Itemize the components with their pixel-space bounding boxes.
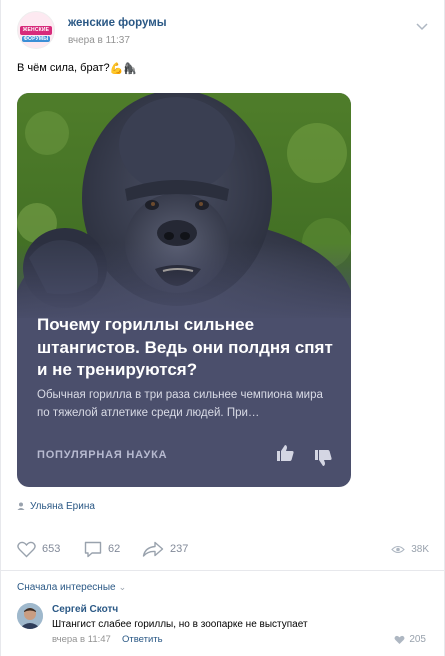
comment-like-button[interactable]: 205: [394, 634, 426, 645]
commenter-avatar[interactable]: [17, 603, 43, 629]
comment-likes-count: 205: [409, 634, 426, 645]
post-header: ЖЕНСКИЕ ФОРУМЫ женские форумы вчера в 11…: [17, 11, 429, 53]
likes-count: 653: [42, 543, 61, 555]
group-avatar[interactable]: ЖЕНСКИЕ ФОРУМЫ: [17, 11, 55, 49]
post-author[interactable]: Ульяна Ерина: [17, 501, 95, 512]
comments-sort-dropdown[interactable]: Сначала интересные ⌄: [17, 582, 126, 593]
post-actions: 653 62 237 38K: [17, 538, 429, 562]
share-icon: [142, 541, 164, 557]
comments-count: 62: [108, 543, 121, 555]
comment-icon: [84, 541, 102, 557]
post-text-content: В чём сила, брат?: [17, 62, 110, 74]
avatar-logo-text: ЖЕНСКИЕ ФОРУМЫ: [22, 27, 50, 42]
like-button[interactable]: 653: [17, 538, 60, 560]
views-counter: 38K: [391, 538, 429, 560]
dislike-icon[interactable]: [313, 448, 333, 468]
commenter-name[interactable]: Сергей Скотч: [52, 604, 118, 615]
like-icon[interactable]: [275, 443, 295, 463]
comment-button[interactable]: 62: [84, 538, 120, 560]
eye-icon: [391, 545, 405, 553]
author-name[interactable]: Ульяна Ерина: [30, 501, 95, 512]
heart-icon: [394, 635, 405, 644]
more-icon[interactable]: [415, 19, 429, 31]
gorilla-emoji: 🦍: [123, 63, 138, 75]
card-source: ПОПУЛЯРНАЯ НАУКА: [37, 449, 168, 461]
card-title[interactable]: Почему гориллы сильнее штангистов. Ведь …: [37, 314, 337, 382]
article-card[interactable]: Почему гориллы сильнее штангистов. Ведь …: [17, 93, 351, 487]
comments-sort-label: Сначала интересные: [17, 582, 116, 593]
chevron-down-icon: ⌄: [118, 582, 127, 592]
comment-text: Штангист слабее гориллы, но в зоопарке н…: [52, 619, 308, 630]
reply-button[interactable]: Ответить: [122, 634, 163, 645]
heart-icon: [17, 541, 36, 557]
flexed-biceps-emoji: 💪: [109, 63, 124, 75]
post-card: ЖЕНСКИЕ ФОРУМЫ женские форумы вчера в 11…: [0, 0, 445, 656]
comment-time[interactable]: вчера в 11:47: [52, 634, 111, 645]
card-description: Обычная горилла в три раза сильнее чемпи…: [37, 389, 323, 419]
divider: [1, 570, 444, 571]
post-text: В чём сила, брат?💪🦍: [17, 62, 137, 75]
post-time[interactable]: вчера в 11:37: [68, 35, 130, 46]
views-count: 38K: [411, 543, 429, 555]
user-icon: [17, 502, 25, 510]
shares-count: 237: [170, 543, 189, 555]
group-name-link[interactable]: женские форумы: [68, 17, 167, 29]
share-button[interactable]: 237: [142, 538, 188, 560]
